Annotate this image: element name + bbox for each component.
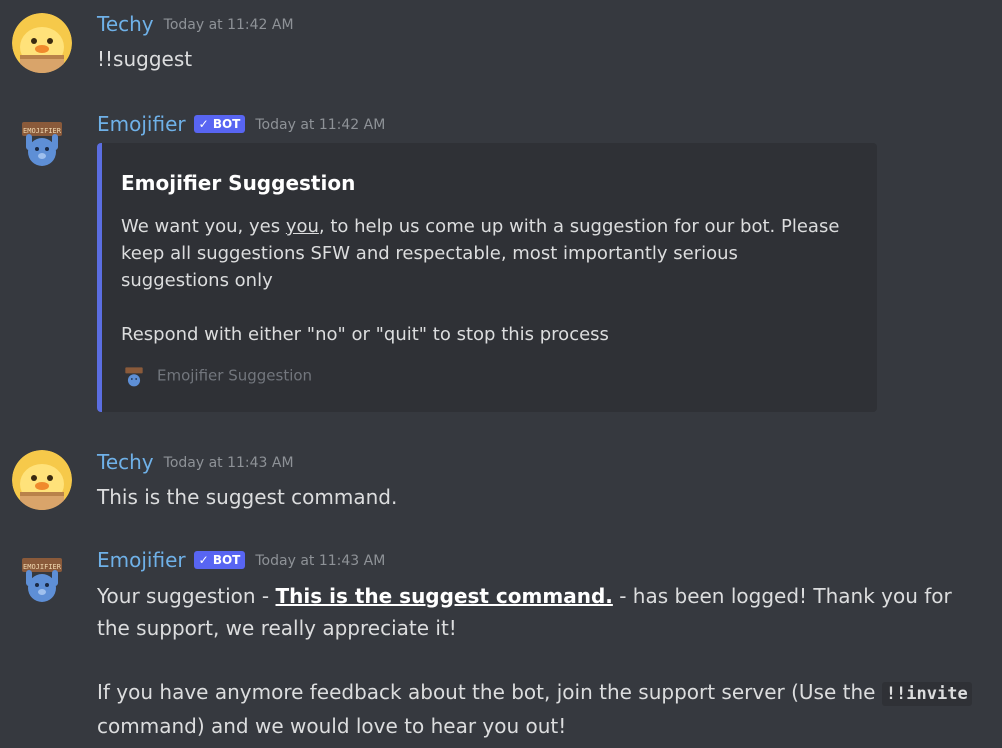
message-header: Emojifier ✓ BOT Today at 11:43 AM	[97, 548, 385, 572]
duck-avatar-icon	[12, 450, 72, 510]
embed-instruction: Respond with either "no" or "quit" to st…	[121, 324, 609, 345]
timestamp: Today at 11:43 AM	[163, 455, 294, 471]
checkmark-icon: ✓	[198, 117, 213, 131]
message-content: Your suggestion - This is the suggest co…	[97, 580, 977, 742]
username[interactable]: Techy	[97, 450, 154, 474]
suggestion-embed: Emojifier Suggestion We want you, yes yo…	[97, 143, 877, 412]
embed-description: We want you, yes you, to help us come up…	[121, 216, 840, 345]
username[interactable]: Emojifier	[97, 548, 186, 572]
embed-footer: Emojifier Suggestion	[121, 363, 312, 389]
timestamp: Today at 11:42 AM	[163, 17, 294, 33]
emojifier-avatar[interactable]: EMOJIFIER	[12, 112, 72, 172]
username[interactable]: Emojifier	[97, 112, 186, 136]
emojifier-avatar[interactable]: EMOJIFIER	[12, 548, 72, 608]
bot-badge: ✓ BOT	[193, 551, 246, 569]
suggestion-text: This is the suggest command.	[275, 584, 613, 608]
message-content: !!suggest	[97, 47, 193, 71]
timestamp: Today at 11:43 AM	[255, 553, 386, 569]
timestamp: Today at 11:42 AM	[255, 117, 386, 133]
techy-avatar[interactable]	[12, 13, 72, 73]
checkmark-icon: ✓	[198, 553, 213, 567]
emojifier-bot-avatar-icon: EMOJIFIER	[22, 558, 62, 602]
message-content: This is the suggest command.	[97, 485, 398, 509]
techy-avatar[interactable]	[12, 450, 72, 510]
svg-text:EMOJIFIER: EMOJIFIER	[23, 127, 62, 135]
username[interactable]: Techy	[97, 12, 154, 36]
message-header: Techy Today at 11:43 AM	[97, 450, 294, 474]
message-header: Techy Today at 11:42 AM	[97, 12, 294, 36]
embed-title: Emojifier Suggestion	[121, 171, 356, 195]
invite-command-code: !!invite	[881, 682, 972, 706]
svg-text:EMOJIFIER: EMOJIFIER	[23, 563, 62, 571]
duck-avatar-icon	[12, 13, 72, 73]
emojifier-footer-icon	[125, 367, 143, 387]
bot-badge: ✓ BOT	[193, 115, 246, 133]
emojifier-bot-avatar-icon: EMOJIFIER	[22, 122, 62, 166]
message-header: Emojifier ✓ BOT Today at 11:42 AM	[97, 112, 385, 136]
